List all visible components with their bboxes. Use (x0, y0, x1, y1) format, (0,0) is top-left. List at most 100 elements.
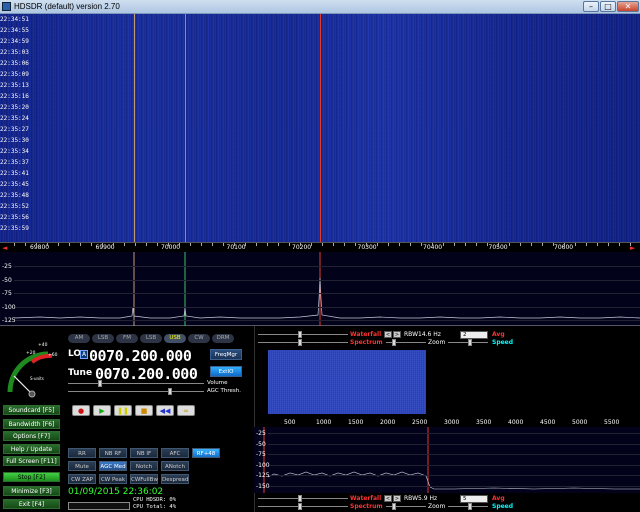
help-update-button[interactable]: Help / Update [F1] (3, 444, 60, 463)
frequency-tick-label: 69900 (95, 244, 115, 251)
dsp-nb-rf-button[interactable]: NB RF (99, 448, 127, 458)
waterfall-timestamp: 22:35:06 (0, 60, 29, 67)
dsp-afc-button[interactable]: AFC (161, 448, 189, 458)
rbw-down-button[interactable]: < (384, 331, 392, 338)
options-button[interactable]: Options [F7] (3, 431, 60, 441)
dsp-notch-button[interactable]: Notch (130, 461, 158, 471)
dsp-cw-zap-button[interactable]: CW ZAP (68, 474, 96, 484)
rbw-up-button-2[interactable]: > (393, 495, 401, 502)
frequency-tick (421, 243, 422, 246)
rbw-up-button[interactable]: > (393, 331, 401, 338)
dsp-mute-button[interactable]: Mute (68, 461, 96, 471)
frequency-tick (91, 243, 92, 246)
dsp-agc-med-button[interactable]: AGC Med (99, 461, 127, 471)
minimize-button[interactable]: Minimize [F3] (3, 486, 60, 496)
waterfall-timestamp: 22:34:55 (0, 27, 29, 34)
zoom-slider-2[interactable] (386, 503, 426, 510)
frequency-tick (476, 243, 477, 246)
speed-slider-2[interactable] (448, 503, 488, 510)
mode-lsb-button[interactable]: LSB (92, 334, 114, 343)
mode-lsb-button[interactable]: LSB (140, 334, 162, 343)
zoom-slider[interactable] (386, 339, 426, 346)
af-frequency-tick-label: 1000 (316, 419, 332, 426)
af-spectrum-gridline (268, 464, 640, 466)
rf-spectrum[interactable]: -25 -50 -75 -100 -125 (0, 252, 640, 326)
maximize-window-button[interactable]: □ (600, 1, 616, 12)
spectrum-contrast-slider[interactable] (258, 339, 348, 346)
record-icon[interactable]: ● (72, 405, 90, 416)
play-icon[interactable]: ▶ (93, 405, 111, 416)
loop-icon[interactable]: ∞ (177, 405, 195, 416)
lo-vfo-badge[interactable]: A (80, 350, 88, 359)
exit-button[interactable]: Exit [F4] (3, 499, 60, 509)
dsp-rr-button[interactable]: RR (68, 448, 96, 458)
freqmgr-button[interactable]: FreqMgr (210, 349, 242, 360)
scroll-left-icon[interactable]: ◄ (2, 244, 7, 252)
spectrum-db-label: -100 (2, 303, 16, 311)
af-spectrum-db-label: -50 (256, 440, 266, 448)
spectrum-contrast-slider-2[interactable] (258, 503, 348, 510)
frequency-tick (289, 243, 290, 246)
stop-button[interactable]: Stop [F2] (3, 472, 60, 482)
spectrum-label-2: Spectrum (350, 503, 383, 510)
full-screen-button[interactable]: Full Screen [F11] (3, 456, 60, 466)
waterfall-contrast-slider-2[interactable] (258, 495, 348, 502)
waterfall-timestamp: 22:35:48 (0, 192, 29, 199)
s-meter-label: S-units (30, 376, 44, 381)
mode-cw-button[interactable]: CW (188, 334, 210, 343)
volume-slider[interactable] (68, 380, 204, 387)
frequency-tick (465, 243, 466, 246)
mode-usb-button[interactable]: USB (164, 334, 186, 343)
cpu-hdsdr-usage: CPU HDSDR: 0% (133, 497, 177, 503)
mode-drm-button[interactable]: DRM (212, 334, 234, 343)
rewind-icon[interactable]: ◀◀ (156, 405, 174, 416)
lo-marker-line[interactable] (134, 14, 135, 242)
af-waterfall[interactable] (268, 350, 640, 414)
waterfall-timestamp: 22:35:16 (0, 93, 29, 100)
frequency-tick (234, 243, 235, 246)
frequency-tick (366, 243, 367, 246)
s-meter-label: +60 (48, 352, 58, 358)
af-spectrum-gridline (268, 475, 640, 476)
close-window-button[interactable]: ✕ (617, 1, 639, 12)
rbw-down-button-2[interactable]: < (384, 495, 392, 502)
frequency-tick-label: 70000 (161, 244, 181, 251)
dsp-nb-if-button[interactable]: NB IF (130, 448, 158, 458)
spectrum-db-label: -125 (2, 317, 16, 324)
bandwidth-button[interactable]: Bandwidth [F6] (3, 419, 60, 429)
lo-frequency-display[interactable]: 0070.200.000 (89, 347, 192, 365)
dsp-anotch-button[interactable]: ANotch (161, 461, 189, 471)
avg-label-2: Avg (492, 495, 505, 502)
mode-am-button[interactable]: AM (68, 334, 90, 343)
tune-marker-line[interactable] (320, 14, 321, 242)
stop-icon[interactable]: ■ (135, 405, 153, 416)
agc-threshold-slider[interactable] (68, 388, 204, 395)
frequency-scale[interactable]: ◄ ► 69800 69900 70000 70100 70200 70300 70400 7… (0, 242, 640, 252)
dsp-cwfullbw-button[interactable]: CWFullBw (130, 474, 158, 484)
frequency-tick (135, 243, 136, 246)
avg-select[interactable]: 2 (460, 331, 488, 339)
pause-icon[interactable]: ❚❚ (114, 405, 132, 416)
agc-threshold-label: AGC Thresh. (207, 388, 241, 394)
dsp-rf-48-button[interactable]: RF+48 (192, 448, 220, 458)
waterfall-timestamp: 22:35:37 (0, 159, 29, 166)
frequency-tick (355, 243, 356, 246)
speed-label: Speed (492, 339, 514, 346)
avg-select-2[interactable]: 5 (460, 495, 488, 503)
extio-button[interactable]: ExtIO (210, 366, 242, 377)
af-frequency-scale[interactable]: 500 1000 1500 2000 2500 3000 3500 4000 4500 5000 5… (268, 418, 640, 427)
soundcard-button[interactable]: Soundcard [F5] (3, 405, 60, 415)
rf-waterfall[interactable]: 22:34:51 22:34:55 22:34:59 22:35:03 22:35:06… (0, 14, 640, 242)
minimize-window-button[interactable]: – (583, 1, 599, 12)
frequency-tick (47, 243, 48, 246)
dsp-despread-button[interactable]: Despread (161, 474, 189, 484)
filter-marker-line[interactable] (185, 14, 186, 242)
af-spectrum[interactable]: -25 -50 -75 -100 -125 -150 (254, 427, 640, 493)
waterfall-contrast-slider[interactable] (258, 331, 348, 338)
title-bar: HDSDR (default) version 2.70 – □ ✕ (0, 0, 640, 14)
frequency-tick (168, 243, 169, 246)
dsp-cw-peak-button[interactable]: CW Peak (99, 474, 127, 484)
speed-slider[interactable] (448, 339, 488, 346)
mode-fm-button[interactable]: FM (116, 334, 138, 343)
af-bottom-controls: Waterfall Spectrum < > RBW 5.9 Hz 5 Avg … (254, 494, 640, 512)
